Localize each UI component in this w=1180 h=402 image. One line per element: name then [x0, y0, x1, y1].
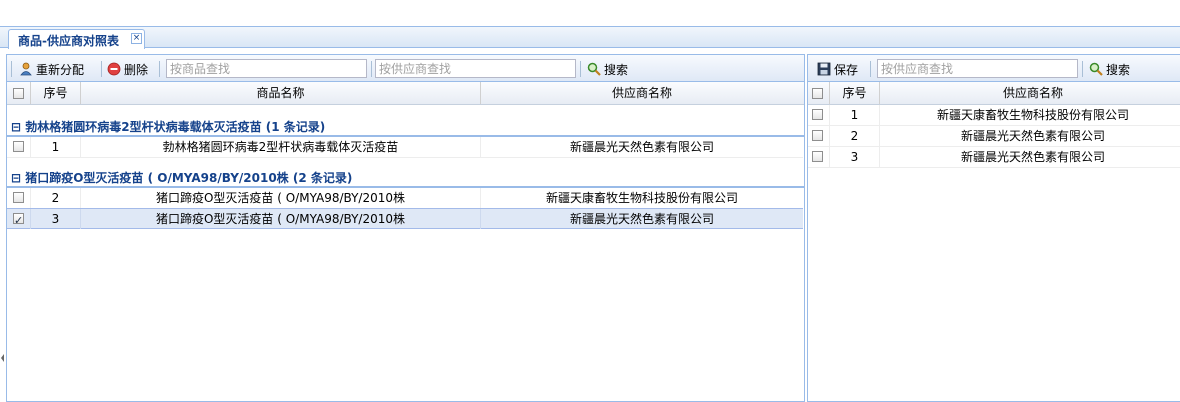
table-row[interactable]: 2 猪口蹄疫O型灭活疫苗 ( O/MYA98/BY/2010株 新疆天康畜牧生物…: [7, 188, 803, 209]
toolbar-separator: [11, 61, 12, 77]
row-checkbox[interactable]: [13, 141, 24, 152]
column-header-index[interactable]: 序号: [830, 82, 880, 104]
group-title: ⊟ 猪口蹄疫O型灭活疫苗 ( O/MYA98/BY/2010株 (2 条记录): [11, 171, 353, 185]
table-row[interactable]: 1 新疆天康畜牧生物科技股份有限公司: [808, 105, 1180, 126]
table-row[interactable]: 2 新疆晨光天然色素有限公司: [808, 126, 1180, 147]
table-row[interactable]: 3 新疆晨光天然色素有限公司: [808, 147, 1180, 168]
toolbar-separator: [101, 61, 102, 77]
search-button[interactable]: 搜索: [1089, 60, 1130, 78]
group-header[interactable]: ⊟ 猪口蹄疫O型灭活疫苗 ( O/MYA98/BY/2010株 (2 条记录): [7, 161, 804, 188]
delete-label: 删除: [124, 62, 149, 77]
column-header-supplier[interactable]: 供应商名称: [880, 82, 1180, 104]
tab-label: 商品-供应商对照表: [18, 34, 119, 48]
checkbox-cell: [808, 147, 830, 167]
column-header-product[interactable]: 商品名称: [81, 82, 481, 104]
reassign-button[interactable]: 重新分配: [19, 60, 84, 78]
row-checkbox[interactable]: [13, 192, 24, 203]
cell-index: 1: [830, 105, 880, 125]
cell-supplier: 新疆天康畜牧生物科技股份有限公司: [545, 191, 738, 205]
search-button[interactable]: 搜索: [587, 60, 628, 78]
right-grid-header: 序号 供应商名称: [808, 82, 1180, 105]
toolbar-separator: [580, 61, 581, 77]
save-icon: [817, 62, 831, 76]
supplier-search-input[interactable]: [877, 59, 1078, 78]
checkbox-cell: [7, 188, 31, 208]
cell-product: 勃林格猪圆环病毒2型杆状病毒载体灭活疫苗: [81, 137, 481, 157]
toolbar-separator: [1082, 61, 1083, 77]
select-all-checkbox[interactable]: [812, 88, 823, 99]
cell-index: 2: [830, 126, 880, 146]
supplier-list-panel: 保存 搜索 序号 供应商名称 1 新疆天康畜牧生物科技股份有限公司: [807, 54, 1180, 402]
product-supplier-panel: 重新分配 删除 搜索: [6, 54, 805, 402]
checkbox-cell: [7, 137, 31, 157]
row-checkbox[interactable]: [812, 151, 823, 162]
close-icon[interactable]: ×: [131, 33, 142, 44]
cell-supplier: 新疆晨光天然色素有限公司: [960, 129, 1105, 143]
right-toolbar: 保存 搜索: [808, 55, 1180, 82]
column-header-supplier[interactable]: 供应商名称: [481, 82, 803, 104]
select-all-cell: [808, 82, 830, 104]
delete-icon: [107, 62, 121, 76]
row-checkbox[interactable]: [812, 109, 823, 120]
cell-index: 3: [830, 147, 880, 167]
collapse-icon[interactable]: [0, 352, 5, 362]
cell-product: 猪口蹄疫O型灭活疫苗 ( O/MYA98/BY/2010株: [81, 209, 481, 229]
cell-supplier: 新疆晨光天然色素有限公司: [960, 150, 1105, 164]
column-header-index[interactable]: 序号: [31, 82, 81, 104]
search-label: 搜索: [1106, 62, 1131, 77]
search-label: 搜索: [604, 62, 629, 77]
search-icon: [587, 62, 601, 76]
toolbar-separator: [159, 61, 160, 77]
cell-supplier: 新疆天康畜牧生物科技股份有限公司: [936, 108, 1129, 122]
group-title: ⊟ 勃林格猪圆环病毒2型杆状病毒载体灭活疫苗 (1 条记录): [11, 120, 326, 134]
product-search-input[interactable]: [166, 59, 367, 78]
toolbar-separator: [870, 61, 871, 77]
toolbar-separator: [371, 61, 372, 77]
row-checkbox[interactable]: [13, 211, 24, 229]
checkbox-cell: [808, 105, 830, 125]
select-all-checkbox[interactable]: [13, 88, 24, 99]
table-row[interactable]: 3 猪口蹄疫O型灭活疫苗 ( O/MYA98/BY/2010株 新疆晨光天然色素…: [7, 208, 803, 229]
left-grid-header: 序号 商品名称 供应商名称: [7, 82, 804, 105]
row-checkbox[interactable]: [812, 130, 823, 141]
tab-strip: 商品-供应商对照表 ×: [0, 26, 1180, 49]
cell-index: 1: [31, 137, 81, 157]
cell-supplier: 新疆晨光天然色素有限公司: [569, 212, 714, 226]
reassign-icon: [19, 62, 33, 76]
select-all-cell: [7, 82, 31, 104]
group-header[interactable]: ⊟ 勃林格猪圆环病毒2型杆状病毒载体灭活疫苗 (1 条记录): [7, 110, 804, 137]
table-row[interactable]: 1 勃林格猪圆环病毒2型杆状病毒载体灭活疫苗 新疆晨光天然色素有限公司: [7, 137, 803, 158]
cell-index: 2: [31, 188, 81, 208]
reassign-label: 重新分配: [36, 62, 85, 77]
search-icon: [1089, 62, 1103, 76]
cell-product: 猪口蹄疫O型灭活疫苗 ( O/MYA98/BY/2010株: [81, 188, 481, 208]
cell-supplier: 新疆晨光天然色素有限公司: [569, 140, 714, 154]
checkbox-cell: [7, 209, 31, 229]
checkbox-cell: [808, 126, 830, 146]
delete-button[interactable]: 删除: [107, 60, 148, 78]
save-button[interactable]: 保存: [817, 60, 858, 78]
left-toolbar: 重新分配 删除 搜索: [7, 55, 804, 82]
supplier-search-input[interactable]: [375, 59, 576, 78]
save-label: 保存: [834, 62, 859, 77]
tab-product-supplier[interactable]: 商品-供应商对照表 ×: [8, 29, 145, 49]
cell-index: 3: [31, 209, 81, 229]
